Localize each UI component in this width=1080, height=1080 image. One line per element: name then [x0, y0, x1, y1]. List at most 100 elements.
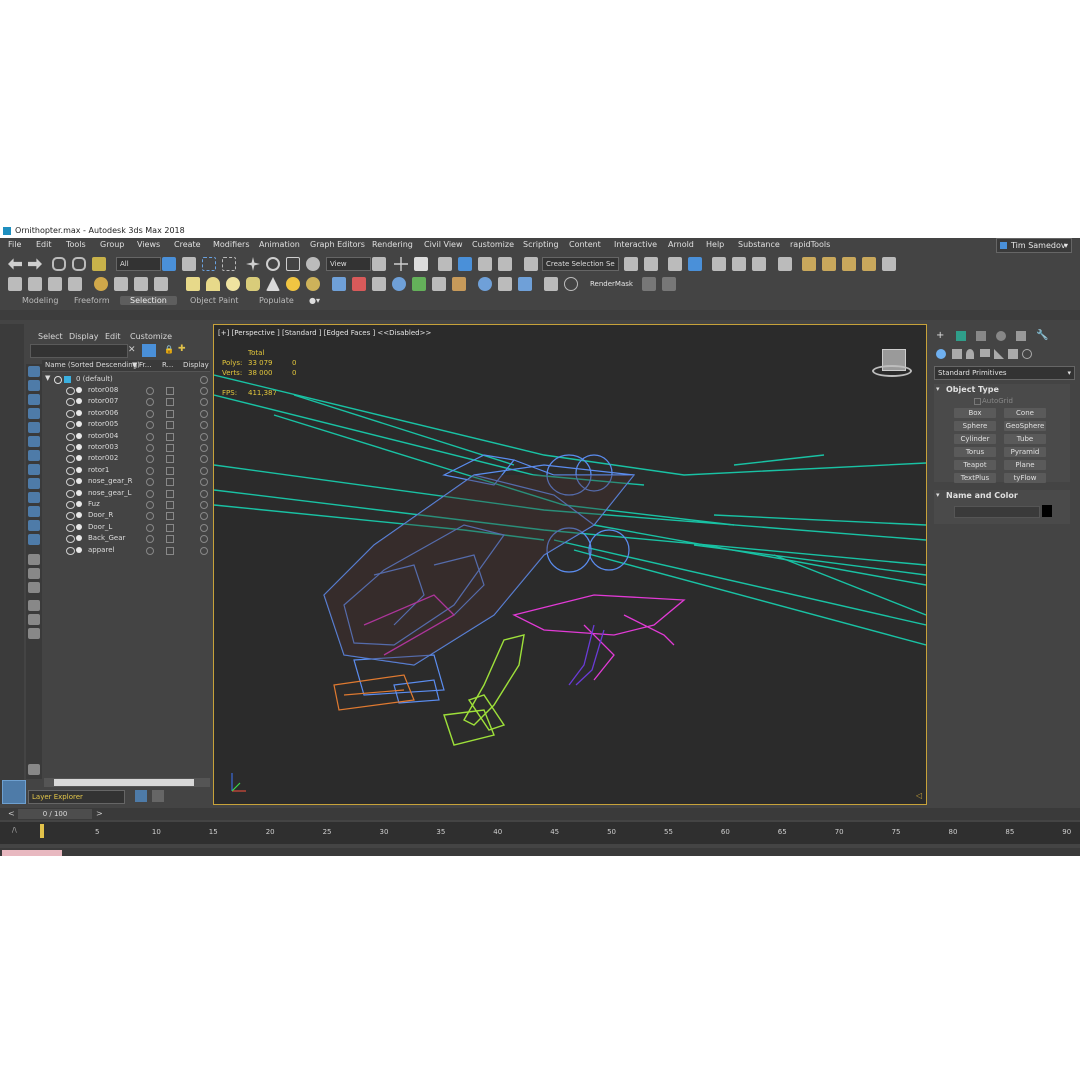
- explorer-type-dropdown[interactable]: Layer Explorer: [28, 790, 125, 804]
- hair-icon[interactable]: [432, 277, 446, 291]
- render-mask-toggle-icon[interactable]: [544, 277, 558, 291]
- angle-snap-icon[interactable]: [458, 257, 472, 271]
- placement-icon[interactable]: [306, 257, 320, 271]
- display-frozen-icon[interactable]: [28, 520, 40, 531]
- utilities-tab-icon[interactable]: 🔧: [1036, 330, 1048, 341]
- visibility-eye-icon[interactable]: [66, 501, 75, 509]
- menu-animation[interactable]: Animation: [259, 240, 300, 249]
- undo-icon[interactable]: [8, 258, 22, 270]
- menu-create[interactable]: Create: [174, 240, 201, 249]
- layer-object-row[interactable]: rotor1: [42, 465, 210, 476]
- freeze-icon[interactable]: [146, 432, 154, 441]
- rotate-icon[interactable]: [266, 257, 280, 271]
- new-layer-icon[interactable]: ✚: [178, 344, 186, 354]
- freeze-icon[interactable]: [146, 489, 154, 498]
- menu-rapidtools[interactable]: rapidTools: [790, 240, 830, 249]
- renderable-teapot-icon[interactable]: [166, 432, 174, 441]
- renderable-teapot-icon[interactable]: [166, 409, 174, 418]
- pyramid-button[interactable]: Pyramid: [1004, 447, 1046, 457]
- render-iterative-icon[interactable]: [862, 257, 876, 271]
- sun-light-icon[interactable]: [286, 277, 300, 291]
- box-button[interactable]: Box: [954, 408, 996, 418]
- tab-modeling[interactable]: Modeling: [22, 296, 58, 305]
- menu-arnold[interactable]: Arnold: [668, 240, 694, 249]
- rollout-collapse-icon[interactable]: ▾: [936, 491, 940, 499]
- layer-object-row[interactable]: rotor002: [42, 453, 210, 464]
- freeze-icon[interactable]: [146, 387, 154, 395]
- display-spacewarps-icon[interactable]: [28, 450, 40, 461]
- dome-icon[interactable]: [206, 277, 220, 291]
- menu-graph-editors[interactable]: Graph Editors: [310, 240, 365, 249]
- redo-icon[interactable]: [28, 258, 42, 270]
- render-production-icon[interactable]: [842, 257, 856, 271]
- cone-button[interactable]: Cone: [1004, 408, 1046, 418]
- display-children-icon[interactable]: [28, 582, 40, 593]
- lights-category-icon[interactable]: [966, 349, 974, 359]
- visibility-eye-icon[interactable]: [66, 398, 75, 407]
- display-tab-icon[interactable]: [1016, 331, 1026, 341]
- nesting-icon[interactable]: [28, 628, 40, 639]
- visibility-eye-icon[interactable]: [66, 546, 75, 555]
- select-manipulate-icon[interactable]: [394, 257, 408, 271]
- root-visibility-icon[interactable]: [54, 376, 62, 384]
- menu-substance[interactable]: Substance: [738, 240, 780, 249]
- display-lights-icon[interactable]: [28, 408, 40, 419]
- freeze-icon[interactable]: [146, 398, 154, 407]
- box-primitive-icon[interactable]: [186, 277, 200, 291]
- renderable-teapot-icon[interactable]: [166, 489, 174, 498]
- freeze-icon[interactable]: [146, 421, 154, 430]
- unlink-icon[interactable]: [72, 257, 86, 271]
- renderable-teapot-icon[interactable]: [166, 501, 174, 509]
- visibility-eye-icon[interactable]: [66, 478, 75, 487]
- user-account-dropdown[interactable]: Tim Samedov ▾: [996, 238, 1072, 253]
- display-shapes-icon[interactable]: [28, 394, 40, 405]
- ribbon-toggle-icon[interactable]: [712, 257, 726, 271]
- visibility-eye-icon[interactable]: [66, 409, 75, 418]
- column-render-header[interactable]: R...: [162, 361, 173, 369]
- display-box-icon[interactable]: [200, 546, 208, 555]
- container-icon[interactable]: [8, 277, 22, 291]
- display-none-icon[interactable]: [28, 366, 40, 377]
- display-invert-icon[interactable]: [28, 568, 40, 579]
- renderable-teapot-icon[interactable]: [166, 546, 174, 555]
- select-by-name-icon[interactable]: [182, 257, 196, 271]
- renderable-teapot-icon[interactable]: [166, 444, 174, 452]
- modify-tab-icon[interactable]: [956, 331, 966, 341]
- freeze-icon[interactable]: [146, 546, 154, 555]
- tab-object-paint[interactable]: Object Paint: [190, 296, 238, 305]
- render-sphere-icon[interactable]: [478, 277, 492, 291]
- menu-scripting[interactable]: Scripting: [523, 240, 559, 249]
- root-display-icon[interactable]: [200, 376, 208, 384]
- layer-object-row[interactable]: Back_Gear: [42, 533, 210, 544]
- renderable-teapot-icon[interactable]: [166, 478, 174, 487]
- scene-toggle-icon[interactable]: [152, 790, 164, 802]
- menu-customize[interactable]: Customize: [472, 240, 514, 249]
- spinner-snap-icon[interactable]: [498, 257, 512, 271]
- cylinder-button[interactable]: Cylinder: [954, 434, 996, 444]
- menu-content[interactable]: Content: [569, 240, 601, 249]
- display-box-icon[interactable]: [200, 535, 208, 544]
- current-frame-marker[interactable]: [40, 824, 44, 838]
- light-bulb-icon[interactable]: [94, 277, 108, 291]
- globe-icon[interactable]: [392, 277, 406, 291]
- renderable-teapot-icon[interactable]: [166, 398, 174, 407]
- teapot-button[interactable]: Teapot: [954, 460, 996, 470]
- paint-icon[interactable]: [642, 277, 656, 291]
- textplus-button[interactable]: TextPlus: [954, 473, 996, 483]
- align-icon[interactable]: [644, 257, 658, 271]
- material-ball-icon[interactable]: [306, 277, 320, 291]
- freeze-icon[interactable]: [146, 535, 154, 544]
- display-box-icon[interactable]: [200, 421, 208, 430]
- display-box-icon[interactable]: [200, 398, 208, 407]
- expand-arrow-icon[interactable]: ▼: [45, 374, 50, 382]
- camera-icon[interactable]: [114, 277, 128, 291]
- help-icon[interactable]: [564, 277, 578, 291]
- menu-file[interactable]: File: [8, 240, 21, 249]
- freeze-icon[interactable]: [146, 512, 154, 521]
- selection-filter-dropdown[interactable]: All: [116, 257, 161, 271]
- sphere-primitive-icon[interactable]: [226, 277, 240, 291]
- display-cameras-icon[interactable]: [28, 422, 40, 433]
- renderable-teapot-icon[interactable]: [166, 387, 174, 395]
- collapse-panel-icon[interactable]: [28, 764, 40, 775]
- geosphere-button[interactable]: GeoSphere: [1004, 421, 1046, 431]
